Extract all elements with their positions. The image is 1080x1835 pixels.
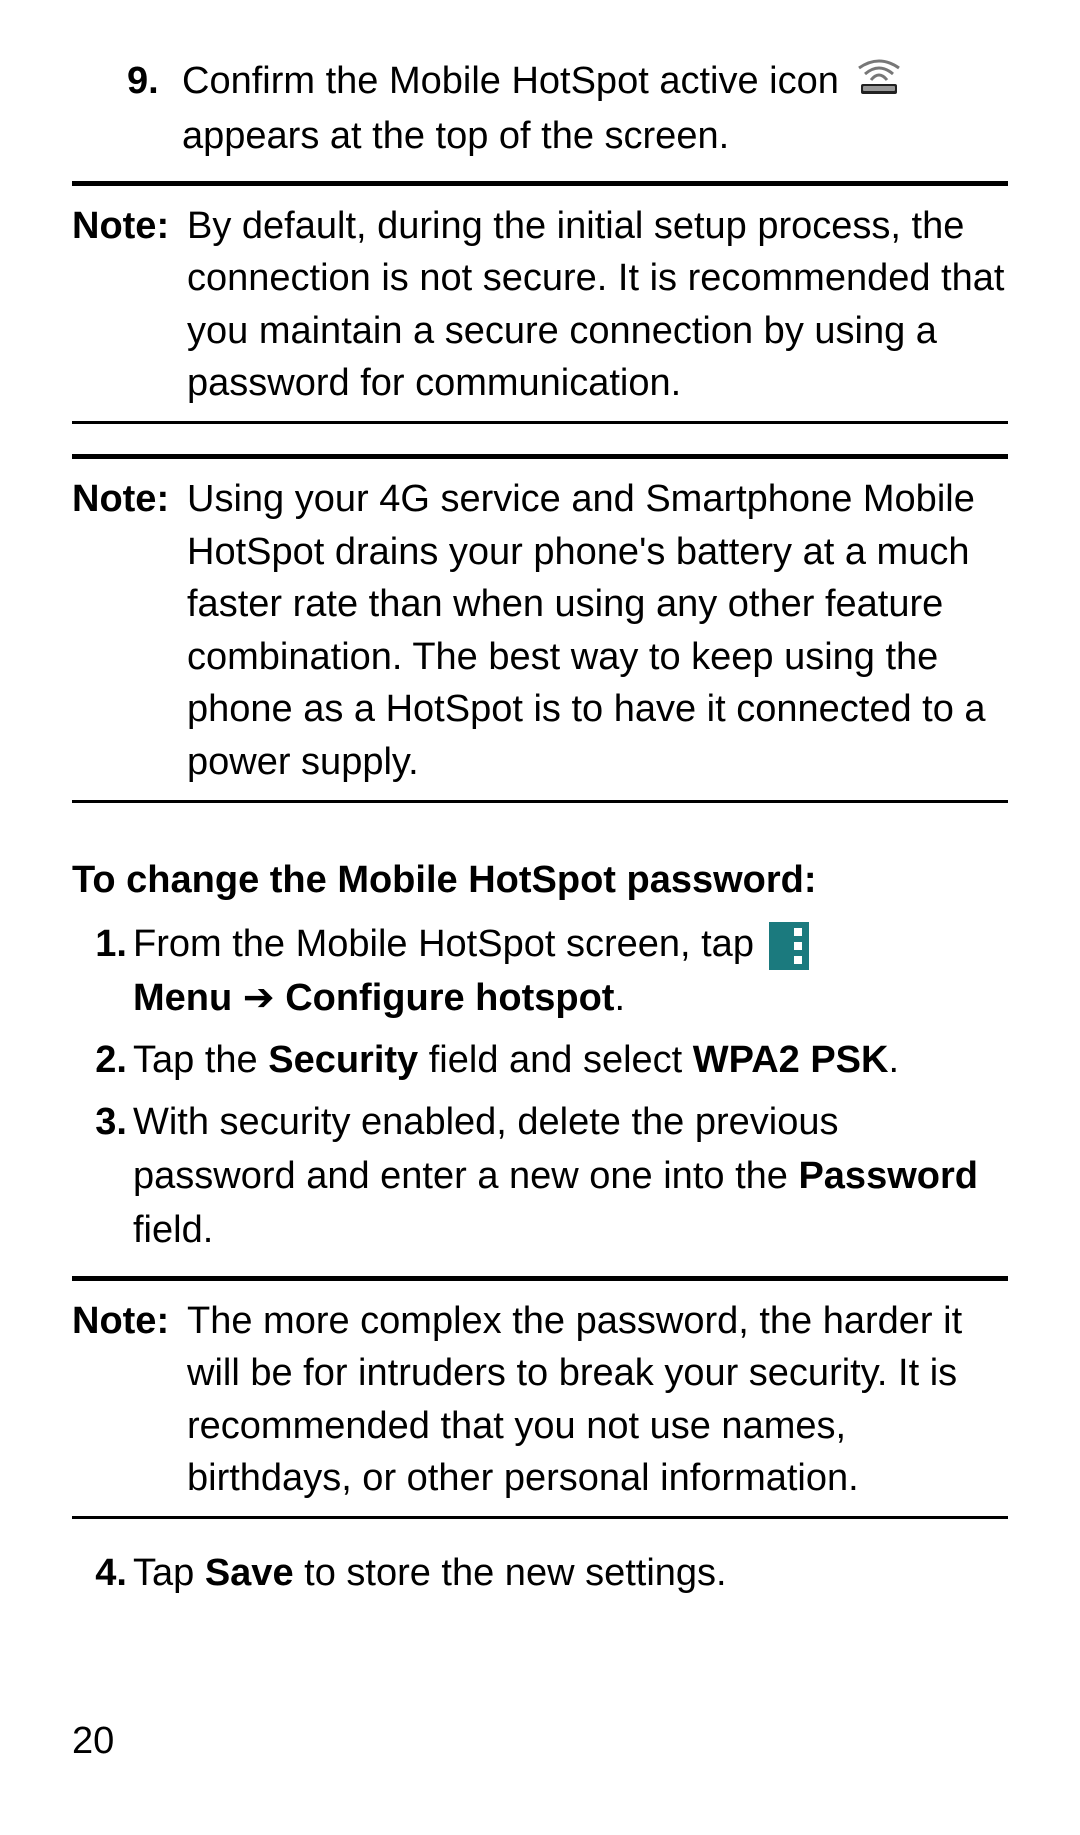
arrow-icon: ➔ bbox=[243, 977, 275, 1019]
step-3: 3. With security enabled, delete the pre… bbox=[72, 1096, 1008, 1258]
step-text-before: Confirm the Mobile HotSpot active icon bbox=[182, 60, 839, 102]
step-2: 2. Tap the Security field and select WPA… bbox=[72, 1034, 1008, 1088]
step-number: 9. bbox=[127, 55, 182, 163]
step-text: field. bbox=[133, 1209, 213, 1251]
steps-list: 1. From the Mobile HotSpot screen, tap M… bbox=[72, 918, 1008, 1258]
save-label: Save bbox=[205, 1552, 294, 1594]
step-body: Tap Save to store the new settings. bbox=[133, 1547, 1008, 1601]
note-label: Note: bbox=[72, 1295, 187, 1505]
step-body: Tap the Security field and select WPA2 P… bbox=[133, 1034, 1008, 1088]
divider bbox=[72, 181, 1008, 186]
menu-overflow-icon bbox=[769, 922, 809, 970]
step-number: 4. bbox=[72, 1547, 133, 1601]
note-body: The more complex the password, the harde… bbox=[187, 1295, 1008, 1505]
security-label: Security bbox=[268, 1039, 418, 1081]
step-text: Tap bbox=[133, 1552, 205, 1594]
note-2: Note: Using your 4G service and Smartpho… bbox=[72, 473, 1008, 800]
step-number: 1. bbox=[72, 918, 133, 1026]
period: . bbox=[888, 1039, 899, 1081]
section-heading: To change the Mobile HotSpot password: bbox=[72, 859, 1008, 902]
divider bbox=[72, 800, 1008, 803]
step-text: Confirm the Mobile HotSpot active icon a… bbox=[182, 55, 1008, 163]
page-number: 20 bbox=[72, 1720, 114, 1763]
note-label: Note: bbox=[72, 473, 187, 788]
note-3: Note: The more complex the password, the… bbox=[72, 1295, 1008, 1517]
step-text: to store the new settings. bbox=[294, 1552, 727, 1594]
wpa2-psk-label: WPA2 PSK bbox=[693, 1039, 889, 1081]
note-label: Note: bbox=[72, 200, 187, 410]
step-number: 3. bbox=[72, 1096, 133, 1258]
steps-list-cont: 4. Tap Save to store the new settings. bbox=[72, 1547, 1008, 1601]
step-body: With security enabled, delete the previo… bbox=[133, 1096, 1008, 1258]
step-text: Tap the bbox=[133, 1039, 268, 1081]
configure-hotspot-label: Configure hotspot bbox=[285, 977, 614, 1019]
step-9: 9. Confirm the Mobile HotSpot active ico… bbox=[127, 55, 1008, 163]
step-4: 4. Tap Save to store the new settings. bbox=[72, 1547, 1008, 1601]
hotspot-active-icon bbox=[853, 56, 905, 110]
step-text: field and select bbox=[418, 1039, 693, 1081]
period: . bbox=[614, 977, 625, 1019]
step-body: From the Mobile HotSpot screen, tap Menu… bbox=[133, 918, 1008, 1026]
divider bbox=[72, 1276, 1008, 1281]
step-text: From the Mobile HotSpot screen, tap bbox=[133, 923, 754, 965]
note-1: Note: By default, during the initial set… bbox=[72, 200, 1008, 422]
note-body: By default, during the initial setup pro… bbox=[187, 200, 1008, 410]
password-label: Password bbox=[798, 1155, 978, 1197]
step-text-after: appears at the top of the screen. bbox=[182, 115, 729, 157]
step-text: With security enabled, delete the previo… bbox=[133, 1101, 839, 1197]
step-1: 1. From the Mobile HotSpot screen, tap M… bbox=[72, 918, 1008, 1026]
document-page: 9. Confirm the Mobile HotSpot active ico… bbox=[0, 0, 1080, 1835]
divider bbox=[72, 454, 1008, 459]
menu-label: Menu bbox=[133, 977, 232, 1019]
step-number: 2. bbox=[72, 1034, 133, 1088]
note-body: Using your 4G service and Smartphone Mob… bbox=[187, 473, 1008, 788]
